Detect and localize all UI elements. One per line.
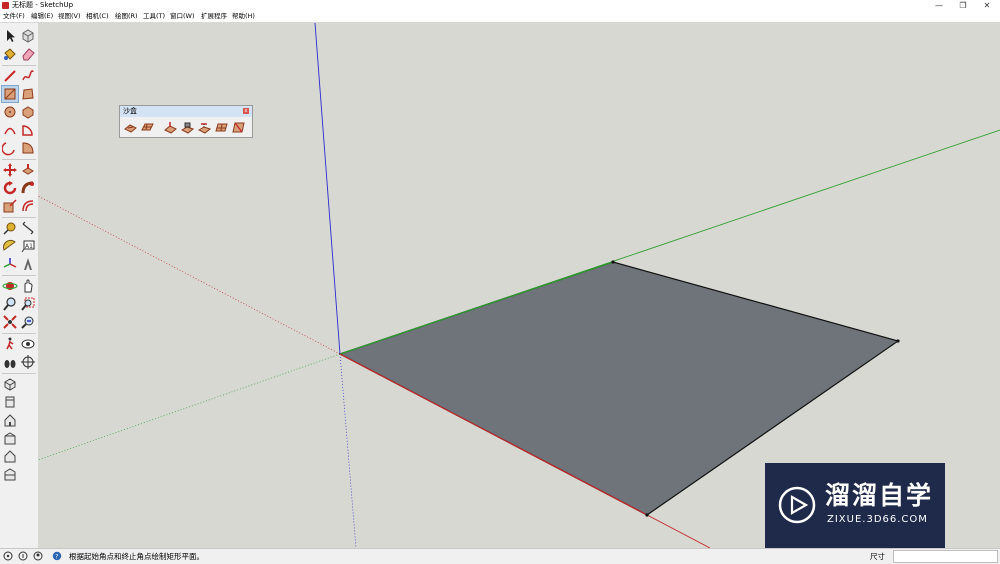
right-view-icon[interactable] bbox=[2, 430, 18, 446]
geo-location-icon[interactable] bbox=[3, 551, 13, 561]
zoom-extents-icon[interactable] bbox=[2, 314, 18, 330]
menu-draw[interactable]: 绘图(R) bbox=[115, 12, 138, 21]
stamp-icon[interactable] bbox=[181, 121, 194, 134]
3d-text-icon[interactable] bbox=[20, 256, 36, 272]
green-axis-negative bbox=[38, 353, 341, 461]
window-title: 无标题 - SketchUp bbox=[12, 1, 74, 9]
red-axis-negative bbox=[38, 195, 341, 355]
orbit-icon[interactable] bbox=[2, 278, 18, 294]
move-icon[interactable] bbox=[2, 162, 18, 178]
watermark-url: ZIXUE.3D66.COM bbox=[827, 514, 928, 525]
menu-camera[interactable]: 相机(C) bbox=[86, 12, 109, 21]
toolbar-separator bbox=[2, 159, 36, 160]
blue-axis-negative bbox=[339, 353, 357, 548]
rotated-rectangle-icon[interactable] bbox=[20, 86, 36, 102]
toolbar-separator bbox=[2, 217, 36, 218]
push-pull-icon[interactable] bbox=[20, 162, 36, 178]
blue-axis bbox=[314, 23, 341, 355]
menu-extensions[interactable]: 扩展程序 bbox=[201, 12, 227, 21]
watermark-brand: 溜溜自学 bbox=[825, 481, 934, 510]
svg-text:?: ? bbox=[55, 554, 58, 561]
rectangle-vertex bbox=[896, 339, 900, 343]
sketchup-logo-icon bbox=[2, 2, 9, 9]
sandbox-close-button[interactable]: x bbox=[243, 108, 249, 114]
axes-icon[interactable] bbox=[2, 256, 18, 272]
measurements-input[interactable] bbox=[893, 550, 998, 563]
polygon-icon[interactable] bbox=[20, 104, 36, 120]
sign-in-icon[interactable] bbox=[33, 551, 43, 561]
watermark-logo: 溜溜自学 ZIXUE.3D66.COM bbox=[765, 463, 945, 548]
offset-icon[interactable] bbox=[20, 198, 36, 214]
menu-window[interactable]: 窗口(W) bbox=[170, 12, 195, 21]
minimize-button[interactable]: — bbox=[927, 0, 951, 11]
three-point-arc-icon[interactable] bbox=[20, 140, 36, 156]
select-icon[interactable] bbox=[2, 28, 18, 44]
close-button[interactable]: ✕ bbox=[975, 0, 999, 11]
walk-icon[interactable] bbox=[2, 336, 18, 352]
flip-edge-icon[interactable] bbox=[232, 121, 245, 134]
toolbar-separator bbox=[2, 275, 36, 276]
smoove-icon[interactable] bbox=[164, 121, 177, 134]
from-scratch-icon[interactable] bbox=[141, 121, 154, 134]
left-toolbar: A1 bbox=[0, 23, 39, 548]
sandbox-toolbar-title: 沙盒 bbox=[123, 107, 137, 115]
add-detail-icon[interactable] bbox=[215, 121, 228, 134]
front-view-icon[interactable] bbox=[2, 412, 18, 428]
menu-help[interactable]: 帮助(H) bbox=[232, 12, 255, 21]
status-bar: ? 根据起始角点和终止角点绘制矩形平面。 尺寸 bbox=[0, 548, 1000, 564]
line-icon[interactable] bbox=[2, 68, 18, 84]
arc-icon[interactable] bbox=[2, 122, 18, 138]
from-contours-icon[interactable] bbox=[124, 121, 137, 134]
follow-me-icon[interactable] bbox=[20, 180, 36, 196]
instructor-icon[interactable]: ? bbox=[52, 551, 62, 561]
title-bar: 无标题 - SketchUp — ❐ ✕ bbox=[0, 0, 1000, 11]
menu-bar: 文件(F) 编辑(E) 视图(V) 相机(C) 绘图(R) 工具(T) 窗口(W… bbox=[0, 11, 1000, 23]
eraser-icon[interactable] bbox=[20, 46, 36, 62]
menu-edit[interactable]: 编辑(E) bbox=[31, 12, 53, 21]
menu-tools[interactable]: 工具(T) bbox=[143, 12, 165, 21]
top-view-icon[interactable] bbox=[2, 394, 18, 410]
dimension-icon[interactable] bbox=[20, 220, 36, 236]
drape-icon[interactable] bbox=[198, 121, 211, 134]
position-camera-icon[interactable] bbox=[2, 354, 18, 370]
sandbox-toolbar-header[interactable]: 沙盒 x bbox=[120, 106, 252, 117]
scale-icon[interactable] bbox=[2, 198, 18, 214]
sandbox-toolbar[interactable]: 沙盒 x bbox=[119, 105, 253, 138]
text-icon[interactable]: A1 bbox=[20, 238, 36, 254]
play-logo-icon bbox=[778, 486, 816, 524]
menu-file[interactable]: 文件(F) bbox=[3, 12, 25, 21]
svg-text:A1: A1 bbox=[25, 243, 33, 250]
menu-view[interactable]: 视图(V) bbox=[58, 12, 81, 21]
status-message: 根据起始角点和终止角点绘制矩形平面。 bbox=[69, 552, 204, 561]
pie-icon[interactable] bbox=[20, 122, 36, 138]
toolbar-separator bbox=[2, 373, 36, 374]
previous-view-icon[interactable] bbox=[20, 314, 36, 330]
credits-icon[interactable] bbox=[18, 551, 28, 561]
back-view-icon[interactable] bbox=[2, 448, 18, 464]
paint-bucket-icon[interactable] bbox=[2, 46, 18, 62]
protractor-icon[interactable] bbox=[2, 238, 18, 254]
left-view-icon[interactable] bbox=[2, 466, 18, 482]
toolbar-separator bbox=[2, 65, 36, 66]
zoom-window-icon[interactable] bbox=[20, 296, 36, 312]
zoom-icon[interactable] bbox=[2, 296, 18, 312]
rectangle-vertex bbox=[611, 260, 615, 264]
section-plane-icon[interactable] bbox=[20, 354, 36, 370]
restore-button[interactable]: ❐ bbox=[951, 0, 975, 11]
rectangle-vertex bbox=[645, 513, 649, 517]
toolbar-separator bbox=[2, 333, 36, 334]
pan-icon[interactable] bbox=[20, 278, 36, 294]
measurements-label: 尺寸 bbox=[870, 552, 885, 561]
look-around-icon[interactable] bbox=[20, 336, 36, 352]
component-icon[interactable] bbox=[20, 28, 36, 44]
circle-icon[interactable] bbox=[2, 104, 18, 120]
iso-view-icon[interactable] bbox=[2, 376, 18, 392]
two-point-arc-icon[interactable] bbox=[2, 140, 18, 156]
rectangle-icon[interactable] bbox=[1, 85, 19, 103]
freehand-icon[interactable] bbox=[20, 68, 36, 84]
rotate-icon[interactable] bbox=[2, 180, 18, 196]
tape-measure-icon[interactable] bbox=[2, 220, 18, 236]
